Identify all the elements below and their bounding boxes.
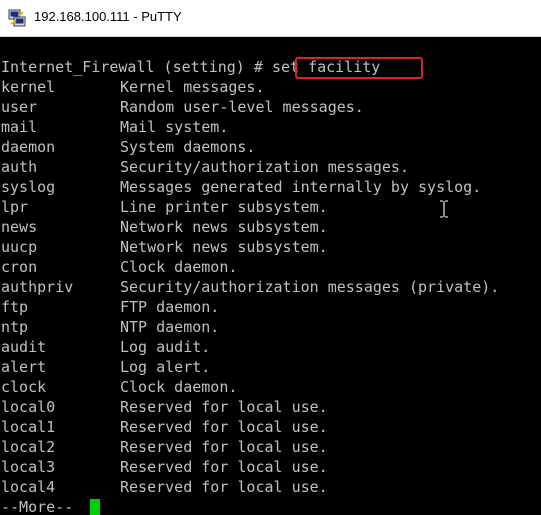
more-line: --More-- — [1, 497, 82, 515]
window-title: 192.168.100.111 - PuTTY — [34, 9, 182, 24]
facility-description: NTP daemon. — [120, 318, 220, 336]
facility-name: local0 — [1, 398, 56, 416]
command-highlight-box — [295, 57, 423, 79]
facility-description: Security/authorization messages (private… — [120, 278, 500, 296]
facility-row: syslog Messages generated internally by s… — [1, 177, 481, 197]
facility-name: auth — [1, 158, 38, 176]
facility-row: authpriv Security/authorization messages … — [1, 277, 499, 297]
facility-description: Clock daemon. — [120, 378, 238, 396]
facility-row: alert Log alert. — [1, 357, 210, 377]
text-cursor — [90, 499, 100, 515]
facility-name: local2 — [1, 438, 56, 456]
facility-name: audit — [1, 338, 47, 356]
facility-row: local4 Reserved for local use. — [1, 477, 328, 497]
facility-description: Reserved for local use. — [120, 478, 328, 496]
more-prompt: --More-- — [1, 498, 83, 515]
facility-description: Random user-level messages. — [120, 98, 364, 116]
facility-description: Mail system. — [120, 118, 229, 136]
facility-name: uucp — [1, 238, 38, 256]
facility-row: news Network news subsystem. — [1, 217, 328, 237]
putty-icon — [8, 9, 26, 27]
facility-row: audit Log audit. — [1, 337, 210, 357]
facility-description: Network news subsystem. — [120, 238, 328, 256]
facility-name: local3 — [1, 458, 56, 476]
facility-description: FTP daemon. — [120, 298, 220, 316]
facility-description: Kernel messages. — [120, 78, 265, 96]
facility-row: kernel Kernel messages. — [1, 77, 265, 97]
facility-name: syslog — [1, 178, 56, 196]
facility-name: ftp — [1, 298, 29, 316]
facility-name: lpr — [1, 198, 29, 216]
facility-description: Reserved for local use. — [120, 398, 328, 416]
ibeam-cursor-icon — [440, 200, 448, 218]
facility-description: Messages generated internally by syslog. — [120, 178, 482, 196]
facility-row: ftp FTP daemon. — [1, 297, 219, 317]
facility-name: clock — [1, 378, 47, 396]
facility-description: Reserved for local use. — [120, 418, 328, 436]
facility-row: uucp Network news subsystem. — [1, 237, 328, 257]
facility-name: cron — [1, 258, 38, 276]
facility-row: mail Mail system. — [1, 117, 228, 137]
terminal-screen[interactable]: Internet_Firewall (setting) # set facili… — [0, 37, 541, 515]
putty-window: 192.168.100.111 - PuTTY Internet_Firewal… — [0, 0, 541, 515]
facility-description: Reserved for local use. — [120, 458, 328, 476]
facility-description: Network news subsystem. — [120, 218, 328, 236]
facility-description: Log alert. — [120, 358, 211, 376]
facility-description: System daemons. — [120, 138, 256, 156]
facility-description: Security/authorization messages. — [120, 158, 409, 176]
shell-prompt: Internet_Firewall (setting) # — [1, 58, 272, 76]
facility-description: Reserved for local use. — [120, 438, 328, 456]
facility-row: ntp NTP daemon. — [1, 317, 219, 337]
facility-row: user Random user-level messages. — [1, 97, 364, 117]
title-bar[interactable]: 192.168.100.111 - PuTTY — [0, 0, 541, 37]
facility-name: local1 — [1, 418, 56, 436]
facility-name: mail — [1, 118, 38, 136]
facility-row: local2 Reserved for local use. — [1, 437, 328, 457]
facility-row: local3 Reserved for local use. — [1, 457, 328, 477]
facility-name: ntp — [1, 318, 29, 336]
facility-row: auth Security/authorization messages. — [1, 157, 409, 177]
facility-name: kernel — [1, 78, 56, 96]
facility-name: authpriv — [1, 278, 74, 296]
facility-name: news — [1, 218, 38, 236]
facility-name: local4 — [1, 478, 56, 496]
facility-row: local0 Reserved for local use. — [1, 397, 328, 417]
facility-row: lpr Line printer subsystem. — [1, 197, 328, 217]
facility-name: user — [1, 98, 38, 116]
facility-row: cron Clock daemon. — [1, 257, 237, 277]
facility-row: local1 Reserved for local use. — [1, 417, 328, 437]
facility-row: daemon System daemons. — [1, 137, 255, 157]
facility-row: clock Clock daemon. — [1, 377, 237, 397]
facility-name: daemon — [1, 138, 56, 156]
facility-description: Log audit. — [120, 338, 211, 356]
facility-name: alert — [1, 358, 47, 376]
facility-description: Clock daemon. — [120, 258, 238, 276]
facility-description: Line printer subsystem. — [120, 198, 328, 216]
